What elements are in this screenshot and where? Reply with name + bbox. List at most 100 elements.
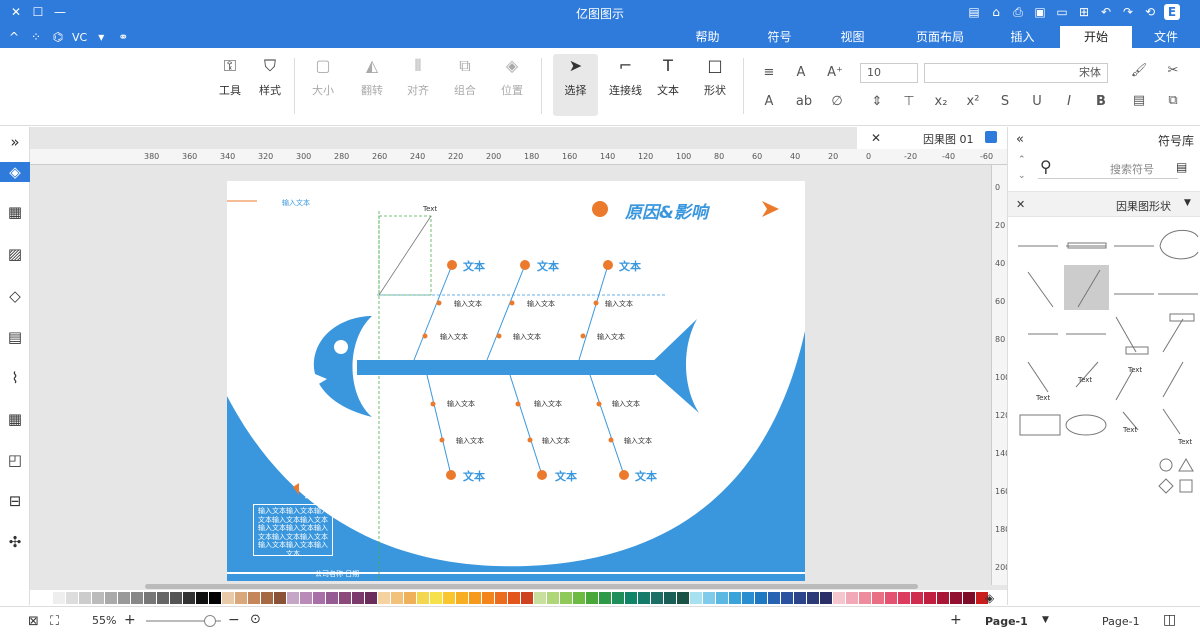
color-swatch[interactable] — [391, 592, 403, 604]
clear-format-icon[interactable]: ∅ — [828, 93, 846, 111]
note-title[interactable]: 文本 — [305, 485, 327, 501]
diagram-page[interactable]: 原因&影响 输入文本 Text 文本 文本 文本 文本 文本 文本 输入文本 输… — [227, 181, 805, 581]
minimize-icon[interactable]: — — [52, 4, 68, 20]
color-swatch[interactable] — [573, 592, 585, 604]
search-icon[interactable]: ⚲ — [1040, 157, 1052, 176]
print-icon[interactable]: ⎙ — [1010, 4, 1026, 20]
shape-gallery[interactable]: Text Text Text Text Text — [1008, 222, 1200, 522]
color-swatch[interactable] — [326, 592, 338, 604]
open-icon[interactable]: ▭ — [1054, 4, 1070, 20]
fill-icon[interactable]: ◈ — [0, 162, 30, 182]
color-swatch[interactable] — [651, 592, 663, 604]
color-swatch[interactable] — [846, 592, 858, 604]
corner-text[interactable]: 输入文本 — [282, 198, 310, 208]
image-icon[interactable]: ▨ — [5, 244, 25, 264]
save-icon[interactable]: ▣ — [1032, 4, 1048, 20]
diagram-title[interactable]: 原因&影响 — [625, 198, 708, 223]
input-text[interactable]: 输入文本 — [624, 436, 652, 446]
format-icon[interactable]: ⊟ — [5, 491, 25, 511]
color-swatch[interactable] — [690, 592, 702, 604]
font-color-icon[interactable]: A — [792, 64, 810, 82]
tab-view[interactable]: 视图 — [825, 26, 880, 48]
color-swatch[interactable] — [300, 592, 312, 604]
strikethrough-icon[interactable]: S — [996, 93, 1014, 111]
size-button[interactable]: ▢ 大小 — [303, 56, 343, 98]
color-swatch[interactable] — [274, 592, 286, 604]
color-swatch[interactable] — [638, 592, 650, 604]
library-icon[interactable]: ▤ — [1176, 160, 1187, 174]
scroll-down-icon[interactable]: ⌄ — [1018, 171, 1026, 181]
color-swatch[interactable] — [703, 592, 715, 604]
table-icon[interactable]: ▦ — [5, 409, 25, 429]
bold-icon[interactable]: B — [1092, 93, 1110, 111]
page-select[interactable]: Page-1 — [1102, 615, 1140, 628]
zoom-slider-handle[interactable] — [204, 615, 216, 627]
color-swatch[interactable] — [157, 592, 169, 604]
layers-icon[interactable]: ◇ — [5, 286, 25, 306]
underline-icon[interactable]: U — [1028, 93, 1046, 111]
upper-label-3[interactable]: 文本 — [619, 258, 641, 274]
page-dropdown-icon[interactable]: ▼ — [1042, 615, 1049, 625]
document-tab[interactable]: ✕ 因果图 01 — [857, 127, 1007, 149]
input-text[interactable]: 输入文本 — [447, 399, 475, 409]
zoom-level[interactable]: 55% — [92, 614, 116, 627]
color-swatch[interactable] — [66, 592, 78, 604]
input-text[interactable]: 输入文本 — [527, 299, 555, 309]
subscript-icon[interactable]: x₂ — [932, 93, 950, 111]
color-swatch[interactable] — [807, 592, 819, 604]
expand-icon[interactable]: » — [5, 132, 25, 152]
maximize-icon[interactable]: ☐ — [30, 4, 46, 20]
horizontal-scrollbar[interactable] — [145, 584, 918, 589]
color-swatch[interactable] — [365, 592, 377, 604]
color-swatch[interactable] — [79, 592, 91, 604]
color-swatch[interactable] — [209, 592, 221, 604]
italic-icon[interactable]: I — [1060, 93, 1078, 111]
upper-label-1[interactable]: 文本 — [463, 258, 485, 274]
zoom-in-icon[interactable]: + — [124, 612, 136, 628]
color-swatch[interactable] — [664, 592, 676, 604]
redo-icon[interactable]: ↷ — [1120, 4, 1136, 20]
tab-help[interactable]: 帮助 — [680, 26, 735, 48]
copy-icon[interactable]: ⧉ — [1164, 92, 1182, 110]
document-icon[interactable]: ▤ — [966, 4, 982, 20]
color-swatch[interactable] — [404, 592, 416, 604]
tab-home[interactable]: 开始 — [1060, 26, 1132, 48]
color-swatch[interactable] — [872, 592, 884, 604]
input-text[interactable]: 输入文本 — [542, 436, 570, 446]
color-swatch[interactable] — [924, 592, 936, 604]
align-text-icon[interactable]: ≡ — [760, 64, 778, 82]
color-swatch[interactable] — [378, 592, 390, 604]
symbol-search[interactable]: ⚲ 搜索符号 — [1038, 155, 1178, 179]
color-swatch[interactable] — [885, 592, 897, 604]
line-spacing-icon[interactable]: ⇕ — [868, 93, 886, 111]
color-swatch[interactable] — [170, 592, 182, 604]
tab-symbols[interactable]: 符号 — [752, 26, 807, 48]
color-swatch[interactable] — [820, 592, 832, 604]
color-swatch[interactable] — [742, 592, 754, 604]
color-swatch[interactable] — [495, 592, 507, 604]
color-swatch[interactable] — [144, 592, 156, 604]
font-name-select[interactable]: 宋体 — [924, 63, 1108, 83]
shirt-icon[interactable]: ⌬ — [50, 29, 66, 45]
head-label[interactable]: Text — [423, 205, 437, 213]
shape-button[interactable]: □ 形状 — [695, 56, 735, 98]
tab-file[interactable]: 文件 — [1132, 26, 1200, 48]
color-swatch[interactable] — [781, 592, 793, 604]
undo-icon[interactable]: ↶ — [1098, 4, 1114, 20]
color-swatch[interactable] — [118, 592, 130, 604]
note-body[interactable]: 输入文本输入文本输入文本输入文本输入文本输入文本输入文本输入文本输入文本输入文本… — [253, 504, 333, 556]
text-direction-icon[interactable]: ⊤ — [900, 93, 918, 111]
color-swatch[interactable] — [92, 592, 104, 604]
color-swatch[interactable] — [586, 592, 598, 604]
input-text[interactable]: 输入文本 — [534, 399, 562, 409]
color-swatch[interactable] — [287, 592, 299, 604]
color-swatch[interactable] — [937, 592, 949, 604]
tools-button[interactable]: ⚿ 工具 — [210, 56, 250, 98]
position-button[interactable]: ◈ 位置 — [492, 56, 532, 98]
color-swatch[interactable] — [521, 592, 533, 604]
rotate-button[interactable]: ◭ 翻转 — [352, 56, 392, 98]
color-swatch[interactable] — [456, 592, 468, 604]
apps-icon[interactable]: ⁘ — [28, 29, 44, 45]
format-painter-icon[interactable]: 🖌 — [1130, 62, 1148, 80]
color-swatch[interactable] — [235, 592, 247, 604]
